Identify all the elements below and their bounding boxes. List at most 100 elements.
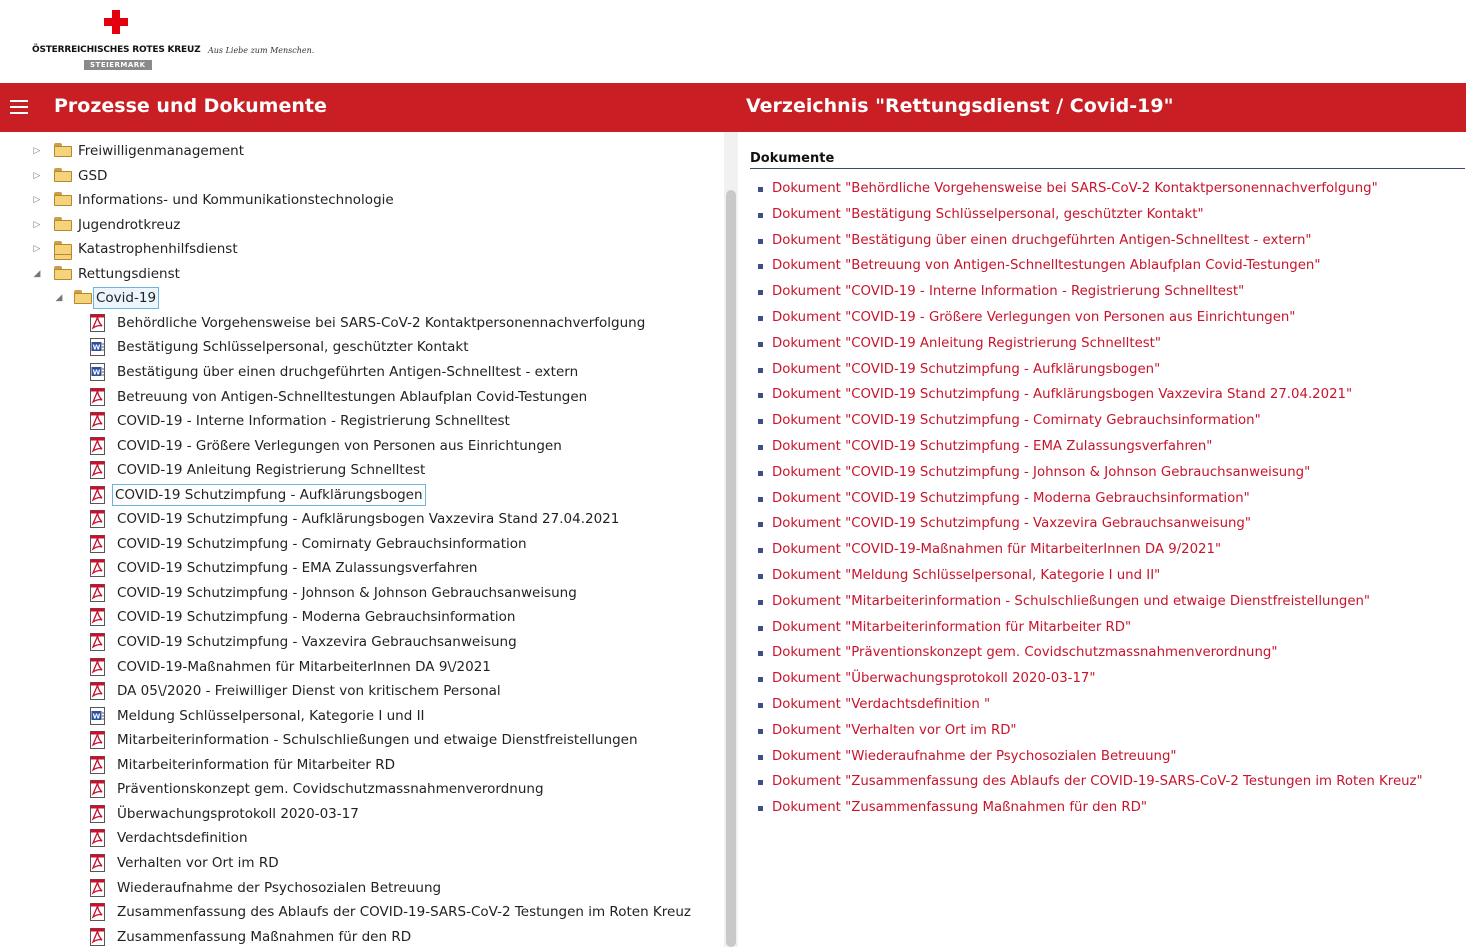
svg-text:W: W <box>93 712 101 720</box>
document-link-label[interactable]: Dokument "COVID-19 Schutzimpfung - EMA Z… <box>772 437 1212 457</box>
bullet-icon <box>758 728 763 734</box>
pdf-icon <box>90 878 105 897</box>
pdf-icon <box>90 633 105 651</box>
file-label[interactable]: COVID-19 - Größere Verlegungen von Perso… <box>117 435 562 457</box>
file-label[interactable]: COVID-19 - Interne Information - Registr… <box>117 410 510 432</box>
document-link-label[interactable]: Dokument "Betreuung von Antigen-Schnellt… <box>772 256 1320 276</box>
svg-text:W: W <box>93 368 101 376</box>
folder-label[interactable]: Katastrophenhilfsdienst <box>78 238 238 260</box>
file-label[interactable]: Überwachungsprotokoll 2020-03-17 <box>117 803 359 825</box>
document-link-label[interactable]: Dokument "COVID-19 Schutzimpfung - Aufkl… <box>772 385 1352 405</box>
bullet-icon <box>758 574 763 579</box>
expand-arrow-icon[interactable]: ▷ <box>32 146 42 156</box>
word-icon: W <box>90 338 105 357</box>
file-label[interactable]: Mitarbeiterinformation für Mitarbeiter R… <box>117 754 395 776</box>
document-link-label[interactable]: Dokument "COVID-19 - Interne Information… <box>772 282 1244 302</box>
pdf-icon <box>90 804 105 823</box>
document-link-label[interactable]: Dokument "Bestätigung Schlüsselpersonal,… <box>772 205 1204 225</box>
bullet-icon <box>758 264 763 270</box>
file-label[interactable]: Meldung Schlüsselpersonal, Kategorie I u… <box>117 705 425 727</box>
expand-arrow-icon[interactable]: ▷ <box>32 244 42 254</box>
file-label[interactable]: COVID-19 Schutzimpfung - Vaxzevira Gebra… <box>117 631 517 653</box>
tree-scrollbar-thumb[interactable] <box>726 190 736 947</box>
hamburger-menu-icon[interactable] <box>10 100 28 115</box>
document-link-label[interactable]: Dokument "Überwachungsprotokoll 2020-03-… <box>772 669 1095 689</box>
file-label[interactable]: Betreuung von Antigen-Schnelltestungen A… <box>117 386 587 408</box>
document-link-label[interactable]: Dokument "COVID-19 Schutzimpfung - Aufkl… <box>772 360 1160 380</box>
bullet-icon <box>758 290 763 296</box>
document-link-label[interactable]: Dokument "COVID-19 - Größere Verlegungen… <box>772 308 1295 328</box>
bullet-icon <box>758 548 763 554</box>
slogan: Aus Liebe zum Menschen. <box>208 46 315 55</box>
folder-icon <box>54 241 72 256</box>
file-label[interactable]: DA 05\/2020 - Freiwilliger Dienst von kr… <box>117 680 501 702</box>
document-link-label[interactable]: Dokument "Verdachtsdefinition " <box>772 695 990 715</box>
document-link-label[interactable]: Dokument "Verhalten vor Ort im RD" <box>772 721 1017 741</box>
file-label[interactable]: Bestätigung Schlüsselpersonal, geschützt… <box>117 336 469 358</box>
file-label[interactable]: Zusammenfassung des Ablaufs der COVID-19… <box>117 901 691 923</box>
file-label[interactable]: COVID-19 Schutzimpfung - EMA Zulassungsv… <box>117 557 477 579</box>
bullet-icon <box>758 341 763 347</box>
pdf-icon <box>90 731 105 750</box>
bullet-icon <box>758 703 763 708</box>
document-link-label[interactable]: Dokument "Wiederaufnahme der Psychosozia… <box>772 747 1177 767</box>
folder-label[interactable]: Rettungsdienst <box>78 263 180 285</box>
file-label[interactable]: Verdachtsdefinition <box>117 827 248 849</box>
document-link-label[interactable]: Dokument "Meldung Schlüsselpersonal, Kat… <box>772 566 1160 586</box>
document-link-label[interactable]: Dokument "Behördliche Vorgehensweise bei… <box>772 179 1378 199</box>
document-link-label[interactable]: Dokument "COVID-19 Schutzimpfung - Johns… <box>772 463 1310 483</box>
documents-heading: Dokumente <box>750 151 1465 169</box>
document-tree: ▷ Freiwilligenmanagement ▷ GSD ▷ Informations… <box>0 132 724 947</box>
file-label[interactable]: COVID-19 Schutzimpfung - Aufklärungsboge… <box>117 508 619 530</box>
pdf-icon <box>90 829 105 848</box>
document-link-label[interactable]: Dokument "COVID-19-Maßnahmen für Mitarbe… <box>772 540 1221 560</box>
file-label[interactable]: COVID-19 Schutzimpfung - Aufklärungsboge… <box>112 483 426 506</box>
file-label[interactable]: COVID-19 Schutzimpfung - Comirnaty Gebra… <box>117 533 527 555</box>
document-link-label[interactable]: Dokument "Präventionskonzept gem. Covids… <box>772 643 1277 663</box>
document-link-label[interactable]: Dokument "Bestätigung über einen druchge… <box>772 231 1312 251</box>
file-label[interactable]: Bestätigung über einen druchgeführten An… <box>117 361 578 383</box>
document-link-label[interactable]: Dokument "COVID-19 Anleitung Registrieru… <box>772 334 1161 354</box>
expand-arrow-icon[interactable]: ▷ <box>32 195 42 205</box>
file-label[interactable]: Präventionskonzept gem. Covidschutzmassn… <box>117 778 544 800</box>
expand-arrow-open-icon[interactable]: ◢ <box>32 269 42 279</box>
file-label[interactable]: COVID-19-Maßnahmen für MitarbeiterInnen … <box>117 656 491 678</box>
pdf-icon <box>90 755 105 774</box>
file-label[interactable]: COVID-19 Schutzimpfung - Moderna Gebrauc… <box>117 606 515 628</box>
bullet-icon <box>758 780 763 786</box>
file-label[interactable]: COVID-19 Anleitung Registrierung Schnell… <box>117 459 425 481</box>
bullet-icon <box>758 754 763 760</box>
pdf-icon <box>90 534 105 553</box>
pdf-icon <box>90 682 105 701</box>
panel-title-left: Prozesse und Dokumente <box>54 95 327 117</box>
document-link-label[interactable]: Dokument "COVID-19 Schutzimpfung - Moder… <box>772 489 1250 509</box>
pdf-icon <box>90 903 105 922</box>
document-link-label[interactable]: Dokument "COVID-19 Schutzimpfung - Vaxze… <box>772 514 1251 534</box>
expand-arrow-open-icon[interactable]: ◢ <box>54 293 64 303</box>
bullet-icon <box>758 625 763 631</box>
pdf-icon <box>90 657 105 676</box>
file-label[interactable]: COVID-19 Schutzimpfung - Johnson & Johns… <box>117 582 577 604</box>
pdf-icon <box>90 583 105 602</box>
file-label[interactable]: Mitarbeiterinformation - Schulschließung… <box>117 729 638 751</box>
folder-label[interactable]: Jugendrotkreuz <box>78 214 180 236</box>
pdf-icon <box>90 559 105 578</box>
document-link-label[interactable]: Dokument "Mitarbeiterinformation für Mit… <box>772 618 1131 638</box>
expand-arrow-icon[interactable]: ▷ <box>32 220 42 230</box>
pdf-icon <box>90 927 105 946</box>
document-link-label[interactable]: Dokument "Zusammenfassung des Ablaufs de… <box>772 772 1423 792</box>
folder-label[interactable]: Informations- und Kommunikationstechnolo… <box>78 189 394 211</box>
document-link-label[interactable]: Dokument "COVID-19 Schutzimpfung - Comir… <box>772 411 1261 431</box>
expand-arrow-icon[interactable]: ▷ <box>32 171 42 181</box>
bullet-icon <box>758 393 763 399</box>
document-link-label[interactable]: Dokument "Zusammenfassung Maßnahmen für … <box>772 798 1147 818</box>
folder-label[interactable]: GSD <box>78 165 107 187</box>
subfolder-label[interactable]: Covid-19 <box>93 287 160 310</box>
folder-label[interactable]: Freiwilligenmanagement <box>78 140 244 162</box>
document-link-label[interactable]: Dokument "Mitarbeiterinformation - Schul… <box>772 592 1370 612</box>
file-label[interactable]: Behördliche Vorgehensweise bei SARS-CoV-… <box>117 312 645 334</box>
file-label[interactable]: Verhalten vor Ort im RD <box>117 852 279 874</box>
file-label[interactable]: Wiederaufnahme der Psychosozialen Betreu… <box>117 877 441 899</box>
bullet-icon <box>758 677 763 683</box>
file-label[interactable]: Zusammenfassung Maßnahmen für den RD <box>117 926 411 947</box>
